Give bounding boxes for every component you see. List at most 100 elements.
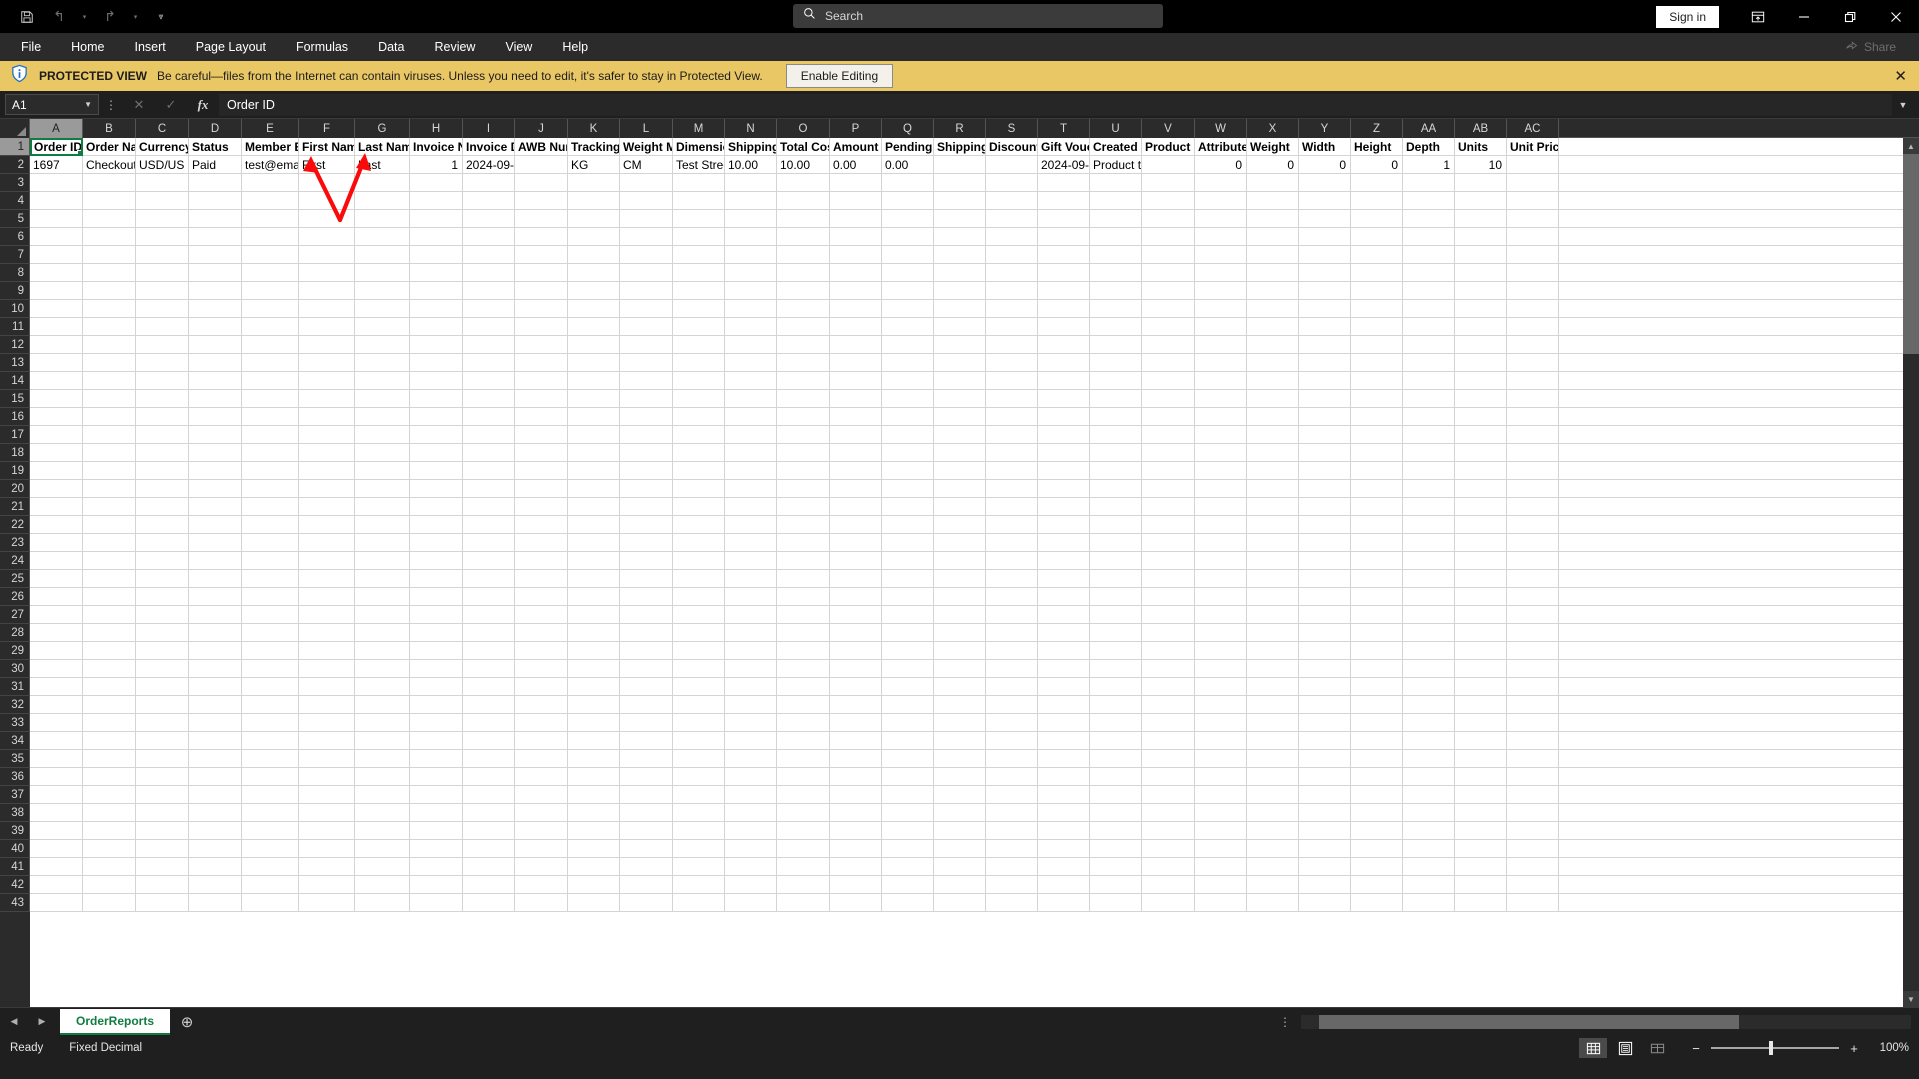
cell-M42[interactable] <box>673 876 725 894</box>
cell-Z30[interactable] <box>1351 660 1403 678</box>
cell-Z32[interactable] <box>1351 696 1403 714</box>
cell-F31[interactable] <box>299 678 355 696</box>
cell-P22[interactable] <box>830 516 882 534</box>
cell-B34[interactable] <box>83 732 136 750</box>
cell-H14[interactable] <box>410 372 463 390</box>
cell-F11[interactable] <box>299 318 355 336</box>
cell-Q23[interactable] <box>882 534 934 552</box>
cell-P42[interactable] <box>830 876 882 894</box>
cell-R43[interactable] <box>934 894 986 912</box>
cell-K24[interactable] <box>568 552 620 570</box>
cell-Z23[interactable] <box>1351 534 1403 552</box>
cell-AA31[interactable] <box>1403 678 1455 696</box>
cell-Y20[interactable] <box>1299 480 1351 498</box>
tab-insert[interactable]: Insert <box>122 36 179 58</box>
cell-G29[interactable] <box>355 642 410 660</box>
cell-Z9[interactable] <box>1351 282 1403 300</box>
cell-E22[interactable] <box>242 516 299 534</box>
cell-V37[interactable] <box>1142 786 1195 804</box>
cell-D26[interactable] <box>189 588 242 606</box>
cell-U41[interactable] <box>1090 858 1142 876</box>
cell-L9[interactable] <box>620 282 673 300</box>
cell-N7[interactable] <box>725 246 777 264</box>
cell-O40[interactable] <box>777 840 830 858</box>
cell-V22[interactable] <box>1142 516 1195 534</box>
cell-T18[interactable] <box>1038 444 1090 462</box>
cell-X17[interactable] <box>1247 426 1299 444</box>
cell-T5[interactable] <box>1038 210 1090 228</box>
cell-I24[interactable] <box>463 552 515 570</box>
cell-E32[interactable] <box>242 696 299 714</box>
cell-N36[interactable] <box>725 768 777 786</box>
cell-S10[interactable] <box>986 300 1038 318</box>
cell-X23[interactable] <box>1247 534 1299 552</box>
cell-W2[interactable]: 0 <box>1195 156 1247 174</box>
cell-I28[interactable] <box>463 624 515 642</box>
cell-F19[interactable] <box>299 462 355 480</box>
zoom-level-label[interactable]: 100% <box>1869 1042 1909 1054</box>
cell-W15[interactable] <box>1195 390 1247 408</box>
cell-D22[interactable] <box>189 516 242 534</box>
cell-J11[interactable] <box>515 318 568 336</box>
cell-N28[interactable] <box>725 624 777 642</box>
cell-A31[interactable] <box>30 678 83 696</box>
cell-K35[interactable] <box>568 750 620 768</box>
cell-R18[interactable] <box>934 444 986 462</box>
cell-E19[interactable] <box>242 462 299 480</box>
cell-B19[interactable] <box>83 462 136 480</box>
cell-Q1[interactable]: Pending C <box>882 138 934 156</box>
cell-M36[interactable] <box>673 768 725 786</box>
cell-AB12[interactable] <box>1455 336 1507 354</box>
cell-I13[interactable] <box>463 354 515 372</box>
cell-A19[interactable] <box>30 462 83 480</box>
cell-Y29[interactable] <box>1299 642 1351 660</box>
cell-N22[interactable] <box>725 516 777 534</box>
cell-Z41[interactable] <box>1351 858 1403 876</box>
row-header-23[interactable]: 23 <box>0 534 30 552</box>
tab-review[interactable]: Review <box>421 36 488 58</box>
cell-O10[interactable] <box>777 300 830 318</box>
cell-AC37[interactable] <box>1507 786 1559 804</box>
cell-R28[interactable] <box>934 624 986 642</box>
cell-J19[interactable] <box>515 462 568 480</box>
cell-O35[interactable] <box>777 750 830 768</box>
cell-B17[interactable] <box>83 426 136 444</box>
cell-F1[interactable]: First Name <box>299 138 355 156</box>
cell-E9[interactable] <box>242 282 299 300</box>
cell-AA30[interactable] <box>1403 660 1455 678</box>
cell-O34[interactable] <box>777 732 830 750</box>
cell-F22[interactable] <box>299 516 355 534</box>
cell-E35[interactable] <box>242 750 299 768</box>
cell-R40[interactable] <box>934 840 986 858</box>
cell-J42[interactable] <box>515 876 568 894</box>
name-box[interactable]: A1 ▼ <box>5 94 99 115</box>
cell-A8[interactable] <box>30 264 83 282</box>
cell-N2[interactable]: 10.00 <box>725 156 777 174</box>
cell-AC27[interactable] <box>1507 606 1559 624</box>
cell-AA40[interactable] <box>1403 840 1455 858</box>
cell-N43[interactable] <box>725 894 777 912</box>
cell-Q43[interactable] <box>882 894 934 912</box>
cell-AB28[interactable] <box>1455 624 1507 642</box>
cell-L36[interactable] <box>620 768 673 786</box>
cell-D7[interactable] <box>189 246 242 264</box>
column-header-K[interactable]: K <box>568 119 620 138</box>
cell-B39[interactable] <box>83 822 136 840</box>
cell-L6[interactable] <box>620 228 673 246</box>
cancel-icon[interactable]: ✕ <box>123 94 155 116</box>
tab-view[interactable]: View <box>492 36 545 58</box>
cell-C32[interactable] <box>136 696 189 714</box>
cell-G12[interactable] <box>355 336 410 354</box>
row-header-5[interactable]: 5 <box>0 210 30 228</box>
cell-L4[interactable] <box>620 192 673 210</box>
cell-P2[interactable]: 0.00 <box>830 156 882 174</box>
cell-R36[interactable] <box>934 768 986 786</box>
cell-Y4[interactable] <box>1299 192 1351 210</box>
cell-T42[interactable] <box>1038 876 1090 894</box>
cell-H25[interactable] <box>410 570 463 588</box>
cell-Z2[interactable]: 0 <box>1351 156 1403 174</box>
cell-I22[interactable] <box>463 516 515 534</box>
cell-F21[interactable] <box>299 498 355 516</box>
cell-X38[interactable] <box>1247 804 1299 822</box>
cell-K16[interactable] <box>568 408 620 426</box>
